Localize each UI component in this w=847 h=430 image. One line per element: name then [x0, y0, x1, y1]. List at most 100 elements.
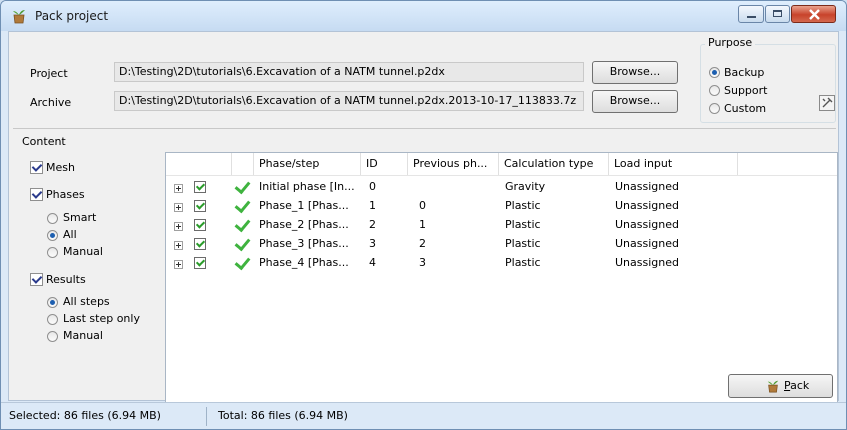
- phase-cell: Phase_1 [Phas...: [259, 199, 349, 212]
- close-button[interactable]: [791, 5, 836, 23]
- pack-icon: [767, 380, 779, 393]
- project-label: Project: [30, 67, 68, 80]
- row-checkbox[interactable]: [194, 238, 206, 250]
- results-last-step-radio[interactable]: [47, 314, 58, 325]
- expand-icon[interactable]: [174, 222, 183, 231]
- status-bar: Selected: 86 files (6.94 MB) Total: 86 f…: [1, 402, 846, 429]
- close-icon: [809, 9, 820, 20]
- project-path-field: D:\Testing\2D\tutorials\6.Excavation of …: [114, 62, 584, 82]
- expand-icon[interactable]: [174, 241, 183, 250]
- title-bar[interactable]: Pack project: [1, 1, 846, 31]
- results-label[interactable]: Results: [46, 273, 86, 286]
- results-manual-label[interactable]: Manual: [63, 329, 103, 342]
- mesh-label[interactable]: Mesh: [46, 161, 75, 174]
- load-input-cell: Unassigned: [615, 237, 679, 250]
- results-last-step-label[interactable]: Last step only: [63, 312, 140, 325]
- table-header-divider: [166, 175, 837, 176]
- phases-smart-radio[interactable]: [47, 213, 58, 224]
- checkmark-icon: [234, 253, 251, 271]
- custom-settings-icon[interactable]: [819, 95, 835, 111]
- archive-label: Archive: [30, 96, 72, 109]
- status-separator: [206, 407, 207, 426]
- phase-cell: Phase_4 [Phas...: [259, 256, 349, 269]
- maximize-button[interactable]: [765, 5, 790, 23]
- archive-path-field: D:\Testing\2D\tutorials\6.Excavation of …: [114, 91, 584, 111]
- mesh-checkbox[interactable]: [30, 161, 43, 174]
- phase-cell: Phase_3 [Phas...: [259, 237, 349, 250]
- calc-type-cell: Plastic: [505, 237, 541, 250]
- column-header-id[interactable]: ID: [361, 153, 408, 175]
- pack-project-window: Pack project Project D:\Testing\2D\tutor…: [0, 0, 847, 430]
- column-header-calc-type[interactable]: Calculation type: [499, 153, 609, 175]
- phases-manual-label[interactable]: Manual: [63, 245, 103, 258]
- window-title: Pack project: [35, 9, 109, 23]
- checkmark-icon: [234, 177, 251, 195]
- id-cell: 4: [369, 256, 376, 269]
- phases-all-label[interactable]: All: [63, 228, 77, 241]
- pack-button[interactable]: Pack: [728, 374, 833, 398]
- row-checkbox[interactable]: [194, 200, 206, 212]
- browse-archive-button[interactable]: Browse...: [592, 90, 678, 113]
- previous-cell: 0: [419, 199, 426, 212]
- phases-label[interactable]: Phases: [46, 188, 85, 201]
- load-input-cell: Unassigned: [615, 199, 679, 212]
- content-legend: Content: [19, 135, 69, 148]
- column-header-phase[interactable]: Phase/step: [254, 153, 361, 175]
- minimize-icon: [747, 16, 756, 18]
- expand-icon[interactable]: [174, 203, 183, 212]
- minimize-button[interactable]: [738, 5, 764, 23]
- previous-cell: 2: [419, 237, 426, 250]
- checkmark-icon: [234, 196, 251, 214]
- results-all-steps-radio[interactable]: [47, 297, 58, 308]
- column-header-status[interactable]: [232, 153, 254, 175]
- content-divider: [13, 128, 836, 129]
- status-selected: Selected: 86 files (6.94 MB): [9, 409, 161, 422]
- results-checkbox[interactable]: [30, 273, 43, 286]
- id-cell: 2: [369, 218, 376, 231]
- load-input-cell: Unassigned: [615, 218, 679, 231]
- column-header-expand[interactable]: [166, 153, 232, 175]
- purpose-support-radio[interactable]: [709, 85, 720, 96]
- pack-app-icon: [13, 10, 25, 24]
- purpose-backup-radio[interactable]: [709, 67, 720, 78]
- maximize-icon: [773, 10, 782, 17]
- phase-cell: Phase_2 [Phas...: [259, 218, 349, 231]
- row-checkbox[interactable]: [194, 181, 206, 193]
- calc-type-cell: Gravity: [505, 180, 546, 193]
- purpose-custom-radio[interactable]: [709, 103, 720, 114]
- purpose-group: [700, 44, 836, 123]
- status-total: Total: 86 files (6.94 MB): [218, 409, 348, 422]
- checkmark-icon: [234, 234, 251, 252]
- previous-cell: 3: [419, 256, 426, 269]
- phase-cell: Initial phase [In...: [259, 180, 355, 193]
- expand-icon[interactable]: [174, 260, 183, 269]
- id-cell: 1: [369, 199, 376, 212]
- row-checkbox[interactable]: [194, 257, 206, 269]
- results-all-steps-label[interactable]: All steps: [63, 295, 110, 308]
- checkmark-icon: [234, 215, 251, 233]
- purpose-support-label[interactable]: Support: [724, 84, 767, 97]
- id-cell: 3: [369, 237, 376, 250]
- browse-project-button[interactable]: Browse...: [592, 61, 678, 84]
- id-cell: 0: [369, 180, 376, 193]
- phases-all-radio[interactable]: [47, 230, 58, 241]
- phases-manual-radio[interactable]: [47, 247, 58, 258]
- purpose-backup-label[interactable]: Backup: [724, 66, 764, 79]
- calc-type-cell: Plastic: [505, 256, 541, 269]
- column-header-previous[interactable]: Previous ph...: [408, 153, 499, 175]
- phases-checkbox[interactable]: [30, 188, 43, 201]
- calc-type-cell: Plastic: [505, 199, 541, 212]
- purpose-legend: Purpose: [705, 36, 756, 49]
- row-checkbox[interactable]: [194, 219, 206, 231]
- purpose-custom-label[interactable]: Custom: [724, 102, 766, 115]
- calc-type-cell: Plastic: [505, 218, 541, 231]
- column-header-load-input[interactable]: Load input: [609, 153, 738, 175]
- phases-table: Phase/step ID Previous ph... Calculation…: [165, 152, 838, 403]
- phases-smart-label[interactable]: Smart: [63, 211, 96, 224]
- expand-icon[interactable]: [174, 184, 183, 193]
- results-manual-radio[interactable]: [47, 331, 58, 342]
- dialog-body: Project D:\Testing\2D\tutorials\6.Excava…: [8, 31, 839, 403]
- load-input-cell: Unassigned: [615, 180, 679, 193]
- previous-cell: 1: [419, 218, 426, 231]
- load-input-cell: Unassigned: [615, 256, 679, 269]
